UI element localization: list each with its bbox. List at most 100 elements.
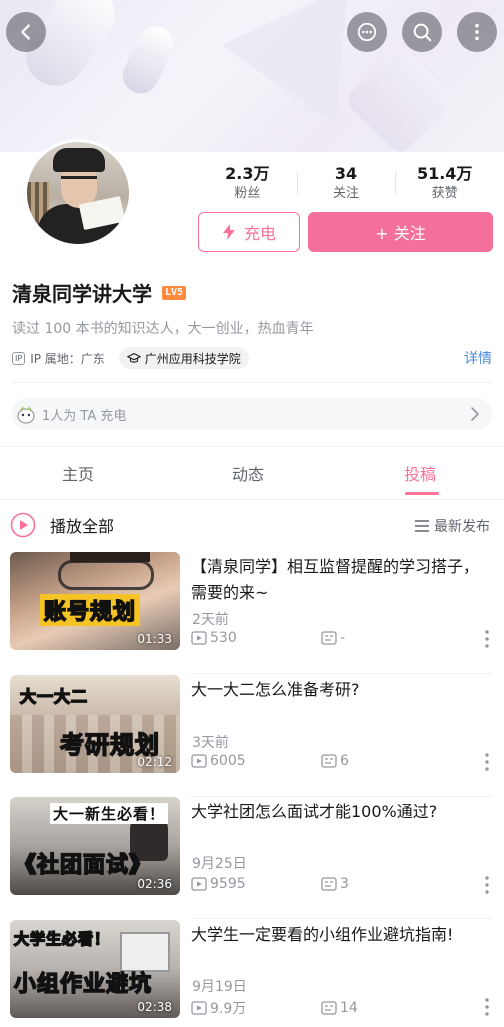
profile-tabs: 主页 动态 投稿	[0, 447, 504, 499]
video-date: 3天前	[192, 735, 229, 751]
video-more-icon[interactable]	[485, 630, 489, 648]
tab-dynamics[interactable]: 动态	[232, 461, 264, 485]
stat-number: 51.4万	[416, 164, 473, 183]
detail-link[interactable]: 详情	[464, 348, 492, 368]
stat-label: 关注	[333, 186, 360, 201]
video-title: 大学生一定要看的小组作业避坑指南!	[191, 925, 454, 944]
user-name: 清泉同学讲大学	[12, 282, 152, 306]
video-duration: 01:33	[137, 632, 172, 646]
video-item[interactable]: 账号规划 01:33 【清泉同学】相互监督提醒的学习搭子，需要的来~ 2天前 5…	[0, 552, 504, 674]
view-count: 6005	[210, 753, 246, 769]
message-button[interactable]	[347, 12, 387, 52]
stat-label: 粉丝	[234, 186, 261, 201]
ip-location: IP 属地：广东	[30, 351, 105, 366]
video-meta: 9595 3	[191, 876, 491, 892]
video-date: 2天前	[192, 612, 229, 628]
video-more-icon[interactable]	[485, 998, 489, 1016]
search-button[interactable]	[402, 12, 442, 52]
video-item[interactable]: 大学生必看！ 小组作业避坑 02:38 大学生一定要看的小组作业避坑指南! 9月…	[0, 920, 504, 1027]
ip-row: IP IP 属地：广东 广州应用科技学院	[12, 347, 249, 369]
video-duration: 02:12	[137, 755, 172, 769]
play-all-label: 播放全部	[50, 517, 115, 536]
video-meta: 530 -	[191, 630, 491, 646]
play-count-icon	[191, 877, 207, 891]
tab-uploads[interactable]: 投稿	[404, 461, 436, 485]
back-button[interactable]	[6, 12, 46, 52]
charge-button-label: 充电	[243, 224, 276, 243]
video-title: 【清泉同学】相互监督提醒的学习搭子，需要的来~	[191, 557, 480, 602]
level-badge: LV5	[162, 285, 187, 300]
danmaku-icon	[321, 1001, 337, 1015]
view-count: 530	[210, 630, 237, 646]
video-more-icon[interactable]	[485, 753, 489, 771]
user-bio: 读过 100 本书的知识达人，大一创业，热血青年	[12, 321, 314, 337]
charge-list-bar[interactable]: 1人为 TA 充电	[12, 398, 492, 430]
stat-following[interactable]: 34 关注	[296, 163, 396, 203]
chevron-right-icon	[471, 407, 480, 421]
video-duration: 02:38	[137, 1000, 172, 1014]
divider	[0, 499, 504, 500]
sort-button[interactable]: 最新发布	[414, 516, 490, 536]
sort-label: 最新发布	[434, 519, 490, 535]
lightning-icon	[222, 224, 235, 240]
banner-decoration	[116, 20, 180, 100]
play-count-icon	[191, 754, 207, 768]
danmaku-count: -	[340, 630, 346, 646]
divider	[12, 382, 492, 383]
video-thumbnail: 大一大二 考研规划 02:12	[10, 675, 180, 773]
school-name: 广州应用科技学院	[144, 351, 241, 366]
stat-number: 34	[334, 164, 358, 183]
graduation-cap-icon	[126, 353, 141, 363]
thumbnail-caption-top: 大学生必看！	[13, 929, 111, 949]
video-title: 大一大二怎么准备考研?	[191, 680, 360, 699]
thumbnail-caption: 账号规划	[40, 594, 141, 626]
video-thumbnail: 大学生必看！ 小组作业避坑 02:38	[10, 920, 180, 1018]
play-all-button[interactable]: 播放全部	[10, 512, 114, 538]
charge-button[interactable]: 充电	[198, 212, 300, 252]
video-duration: 02:36	[137, 877, 172, 891]
avatar-image	[27, 142, 129, 244]
play-circle-icon	[10, 512, 36, 538]
active-tab-indicator	[405, 492, 439, 495]
search-icon	[413, 23, 432, 42]
ip-icon: IP	[12, 351, 26, 365]
chat-bubble-icon	[357, 22, 377, 42]
video-thumbnail: 大一新生必看！ 《社团面试》 02:36	[10, 797, 180, 895]
profile-stats: 2.3万 粉丝 34 关注 51.4万 获赞	[198, 163, 494, 203]
video-date: 9月25日	[192, 856, 247, 872]
tab-home[interactable]: 主页	[62, 461, 94, 485]
mascot-icon	[17, 406, 35, 424]
stat-label: 获赞	[431, 186, 458, 201]
thumbnail-caption-top: 大一大二	[19, 686, 89, 707]
danmaku-count: 14	[340, 1000, 358, 1016]
view-count: 9595	[210, 876, 246, 892]
danmaku-icon	[321, 631, 337, 645]
video-title: 大学社团怎么面试才能100%通过?	[191, 802, 438, 821]
danmaku-icon	[321, 877, 337, 891]
list-sort-icon	[415, 520, 429, 532]
stat-fans[interactable]: 2.3万 粉丝	[198, 163, 297, 203]
stat-number: 2.3万	[225, 164, 270, 183]
play-count-icon	[191, 1001, 207, 1015]
avatar[interactable]	[24, 139, 132, 247]
video-more-icon[interactable]	[485, 876, 489, 894]
video-meta: 6005 6	[191, 753, 491, 769]
video-item[interactable]: 大一新生必看！ 《社团面试》 02:36 大学社团怎么面试才能100%通过? 9…	[0, 797, 504, 919]
thumbnail-caption: 《社团面试》	[13, 852, 153, 879]
video-thumbnail: 账号规划 01:33	[10, 552, 180, 650]
more-button[interactable]	[457, 12, 497, 52]
divider	[190, 918, 492, 919]
charge-count-text: 1人为 TA 充电	[42, 408, 127, 424]
play-count-icon	[191, 631, 207, 645]
stat-likes[interactable]: 51.4万 获赞	[395, 163, 494, 203]
school-tag[interactable]: 广州应用科技学院	[118, 347, 249, 369]
user-name-row: 清泉同学讲大学 LV5	[12, 278, 187, 307]
divider	[190, 673, 492, 674]
video-date: 9月19日	[192, 979, 247, 995]
vertical-dots-icon	[475, 23, 479, 41]
danmaku-icon	[321, 754, 337, 768]
thumbnail-caption-top: 大一新生必看！	[50, 803, 169, 824]
follow-button[interactable]: + 关注	[308, 212, 493, 252]
video-meta: 9.9万 14	[191, 998, 491, 1018]
video-item[interactable]: 大一大二 考研规划 02:12 大一大二怎么准备考研? 3天前 6005 6	[0, 675, 504, 797]
